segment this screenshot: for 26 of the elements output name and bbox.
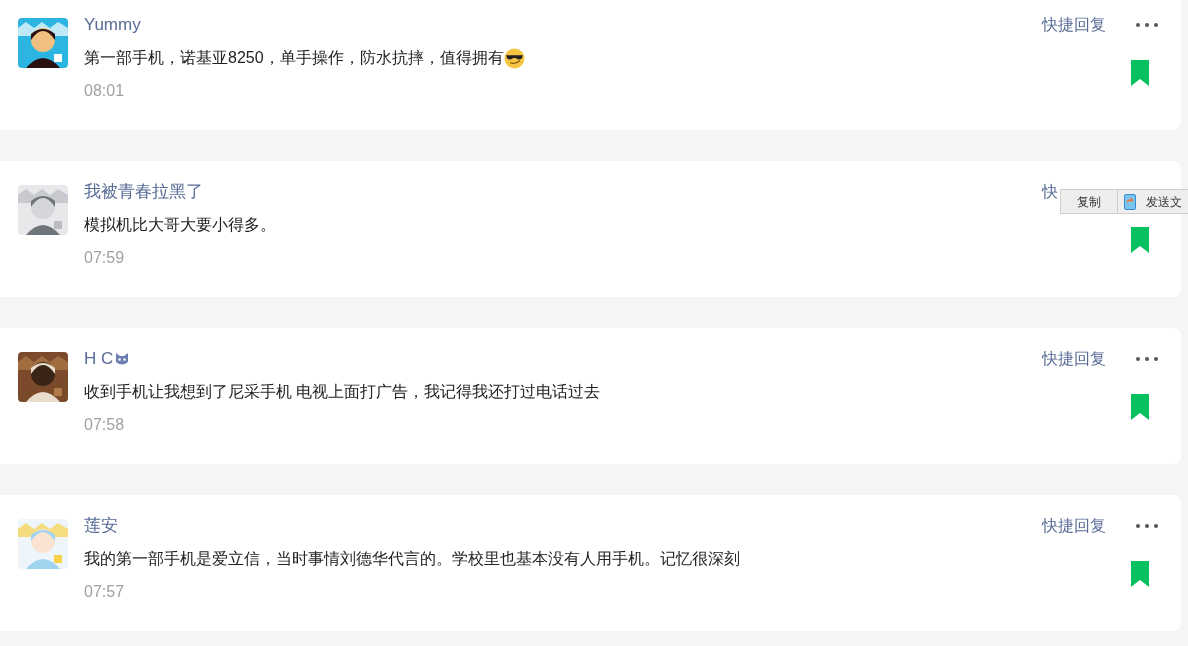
user-name[interactable]: Yummy — [84, 12, 141, 38]
phone-share-icon — [1124, 193, 1136, 210]
menu-item[interactable]: 复制 — [1077, 192, 1101, 211]
menu-item[interactable]: 发送文 — [1146, 192, 1182, 211]
user-name[interactable]: H C — [84, 346, 114, 372]
quick-reply-link[interactable]: 快捷回复 — [1042, 13, 1106, 37]
quick-reply-link[interactable]: 快捷回复 — [1042, 514, 1106, 538]
comment-text: 我的第一部手机是爱立信，当时事情刘德华代言的。学校里也基本没有人用手机。记忆很深刻 — [84, 549, 740, 569]
quick-reply-link[interactable]: 快捷回复 — [1042, 347, 1106, 371]
comment-time: 08:01 — [84, 81, 126, 101]
bookmark-icon[interactable] — [1131, 60, 1149, 86]
comment-text: 收到手机让我想到了尼采手机 电视上面打广告，我记得我还打过电话过去 — [84, 382, 601, 402]
more-icon[interactable] — [1135, 22, 1159, 28]
more-icon[interactable] — [1135, 356, 1159, 362]
more-icon[interactable] — [1135, 523, 1159, 529]
comment-time: 07:58 — [84, 415, 126, 435]
user-name[interactable]: 莲安 — [84, 513, 118, 539]
comment-text: 模拟机比大哥大要小得多。 — [84, 215, 276, 235]
comment-time: 07:59 — [84, 248, 126, 268]
comment-time: 07:57 — [84, 582, 126, 602]
quick-reply-link[interactable]: 快 — [1042, 180, 1058, 204]
user-name[interactable]: 我被青春拉黑了 — [84, 179, 203, 205]
bookmark-icon[interactable] — [1131, 561, 1149, 587]
comment-text: 第一部手机，诺基亚8250，单手操作，防水抗摔，值得拥有 — [84, 48, 504, 68]
bookmark-icon[interactable] — [1131, 227, 1149, 253]
bookmark-icon[interactable] — [1131, 394, 1149, 420]
